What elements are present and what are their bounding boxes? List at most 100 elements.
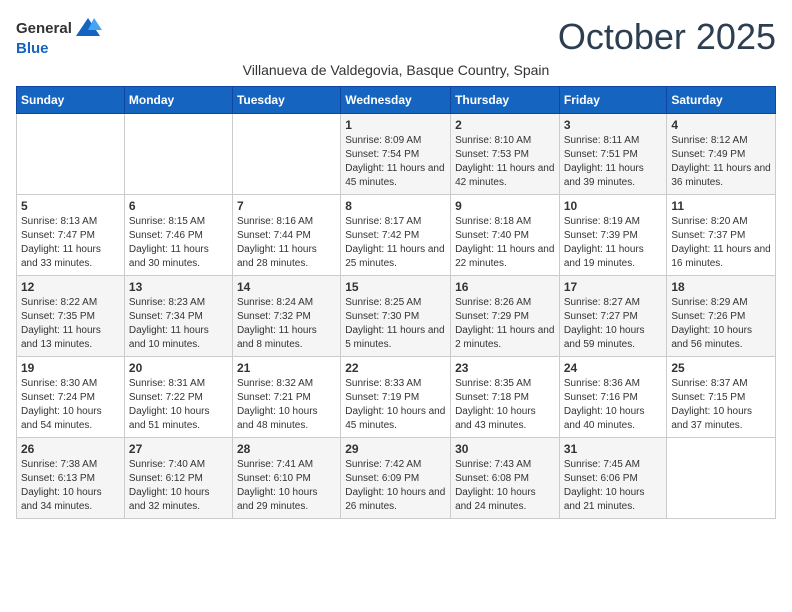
day-header-thursday: Thursday [451,87,560,114]
calendar-cell: 23 Sunrise: 8:35 AM Sunset: 7:18 PM Dayli… [451,357,560,438]
day-number: 13 [129,280,228,294]
calendar-cell: 20 Sunrise: 8:31 AM Sunset: 7:22 PM Dayli… [124,357,232,438]
calendar-cell: 2 Sunrise: 8:10 AM Sunset: 7:53 PM Daylig… [451,114,560,195]
day-number: 24 [564,361,663,375]
calendar-cell: 30Sunrise: 7:43 AM Sunset: 6:08 PM Dayli… [451,438,560,519]
day-info: Sunrise: 8:22 AM Sunset: 7:35 PM Dayligh… [21,296,120,352]
calendar-cell: 24Sunrise: 8:36 AM Sunset: 7:16 PM Dayli… [559,357,667,438]
logo-blue: Blue [16,40,49,57]
calendar-cell: 29 Sunrise: 7:42 AM Sunset: 6:09 PM Dayli… [341,438,451,519]
day-info: Sunrise: 7:42 AM Sunset: 6:09 PM Dayligh… [345,458,446,514]
day-number: 10 [564,199,663,213]
day-info: Sunrise: 8:13 AM Sunset: 7:47 PM Dayligh… [21,215,120,271]
day-number: 28 [237,442,336,456]
subtitle: Villanueva de Valdegovia, Basque Country… [16,62,776,78]
calendar-cell: 13 Sunrise: 8:23 AM Sunset: 7:34 PM Dayli… [124,276,232,357]
day-info: Sunrise: 7:43 AM Sunset: 6:08 PM Dayligh… [455,458,555,514]
day-info: Sunrise: 8:18 AM Sunset: 7:40 PM Dayligh… [455,215,555,271]
day-number: 23 [455,361,555,375]
calendar-cell: 18Sunrise: 8:29 AM Sunset: 7:26 PM Dayli… [667,276,776,357]
day-number: 25 [671,361,771,375]
day-info: Sunrise: 8:27 AM Sunset: 7:27 PM Dayligh… [564,296,663,352]
day-info: Sunrise: 8:31 AM Sunset: 7:22 PM Dayligh… [129,377,228,433]
day-header-monday: Monday [124,87,232,114]
day-number: 2 [455,118,555,132]
week-row-3: 12 Sunrise: 8:22 AM Sunset: 7:35 PM Dayli… [17,276,776,357]
day-header-sunday: Sunday [17,87,125,114]
day-number: 5 [21,199,120,213]
week-row-5: 26Sunrise: 7:38 AM Sunset: 6:13 PM Dayli… [17,438,776,519]
day-info: Sunrise: 8:25 AM Sunset: 7:30 PM Dayligh… [345,296,446,352]
day-number: 14 [237,280,336,294]
week-row-1: 1 Sunrise: 8:09 AM Sunset: 7:54 PM Daylig… [17,114,776,195]
month-title: October 2025 [558,16,776,58]
day-number: 8 [345,199,446,213]
day-number: 15 [345,280,446,294]
calendar-cell: 31 Sunrise: 7:45 AM Sunset: 6:06 PM Dayli… [559,438,667,519]
day-number: 4 [671,118,771,132]
calendar-cell [17,114,125,195]
day-info: Sunrise: 7:40 AM Sunset: 6:12 PM Dayligh… [129,458,228,514]
day-number: 18 [671,280,771,294]
calendar-cell: 5 Sunrise: 8:13 AM Sunset: 7:47 PM Daylig… [17,195,125,276]
day-info: Sunrise: 8:19 AM Sunset: 7:39 PM Dayligh… [564,215,663,271]
day-number: 11 [671,199,771,213]
day-info: Sunrise: 8:23 AM Sunset: 7:34 PM Dayligh… [129,296,228,352]
day-info: Sunrise: 8:09 AM Sunset: 7:54 PM Dayligh… [345,134,446,190]
calendar-cell: 28 Sunrise: 7:41 AM Sunset: 6:10 PM Dayli… [232,438,340,519]
day-info: Sunrise: 8:16 AM Sunset: 7:44 PM Dayligh… [237,215,336,271]
calendar-cell: 16 Sunrise: 8:26 AM Sunset: 7:29 PM Dayli… [451,276,560,357]
calendar-cell: 4 Sunrise: 8:12 AM Sunset: 7:49 PM Daylig… [667,114,776,195]
calendar-cell: 25Sunrise: 8:37 AM Sunset: 7:15 PM Dayli… [667,357,776,438]
logo: General Blue [16,16,102,57]
day-number: 20 [129,361,228,375]
calendar-cell [124,114,232,195]
day-number: 31 [564,442,663,456]
calendar-cell: 22 Sunrise: 8:33 AM Sunset: 7:19 PM Dayli… [341,357,451,438]
calendar-cell [232,114,340,195]
day-info: Sunrise: 8:17 AM Sunset: 7:42 PM Dayligh… [345,215,446,271]
day-info: Sunrise: 8:10 AM Sunset: 7:53 PM Dayligh… [455,134,555,190]
calendar-cell: 10 Sunrise: 8:19 AM Sunset: 7:39 PM Dayli… [559,195,667,276]
day-info: Sunrise: 8:12 AM Sunset: 7:49 PM Dayligh… [671,134,771,190]
day-info: Sunrise: 8:26 AM Sunset: 7:29 PM Dayligh… [455,296,555,352]
day-number: 29 [345,442,446,456]
day-number: 17 [564,280,663,294]
day-number: 12 [21,280,120,294]
day-number: 21 [237,361,336,375]
day-number: 7 [237,199,336,213]
day-number: 6 [129,199,228,213]
day-number: 3 [564,118,663,132]
day-info: Sunrise: 7:41 AM Sunset: 6:10 PM Dayligh… [237,458,336,514]
calendar-cell: 17 Sunrise: 8:27 AM Sunset: 7:27 PM Dayli… [559,276,667,357]
calendar-cell: 6 Sunrise: 8:15 AM Sunset: 7:46 PM Daylig… [124,195,232,276]
day-number: 26 [21,442,120,456]
day-info: Sunrise: 8:33 AM Sunset: 7:19 PM Dayligh… [345,377,446,433]
day-info: Sunrise: 8:15 AM Sunset: 7:46 PM Dayligh… [129,215,228,271]
logo-general: General [16,20,72,37]
day-number: 16 [455,280,555,294]
calendar-cell: 14 Sunrise: 8:24 AM Sunset: 7:32 PM Dayli… [232,276,340,357]
day-header-tuesday: Tuesday [232,87,340,114]
day-number: 9 [455,199,555,213]
header: General Blue October 2025 [16,16,776,58]
calendar-cell: 8 Sunrise: 8:17 AM Sunset: 7:42 PM Daylig… [341,195,451,276]
day-header-friday: Friday [559,87,667,114]
day-info: Sunrise: 8:32 AM Sunset: 7:21 PM Dayligh… [237,377,336,433]
day-number: 1 [345,118,446,132]
calendar-cell: 9 Sunrise: 8:18 AM Sunset: 7:40 PM Daylig… [451,195,560,276]
calendar-cell: 15 Sunrise: 8:25 AM Sunset: 7:30 PM Dayli… [341,276,451,357]
calendar-cell: 26Sunrise: 7:38 AM Sunset: 6:13 PM Dayli… [17,438,125,519]
day-info: Sunrise: 8:11 AM Sunset: 7:51 PM Dayligh… [564,134,663,190]
day-info: Sunrise: 7:45 AM Sunset: 6:06 PM Dayligh… [564,458,663,514]
calendar-table: SundayMondayTuesdayWednesdayThursdayFrid… [16,86,776,519]
day-info: Sunrise: 8:35 AM Sunset: 7:18 PM Dayligh… [455,377,555,433]
day-header-saturday: Saturday [667,87,776,114]
week-row-2: 5 Sunrise: 8:13 AM Sunset: 7:47 PM Daylig… [17,195,776,276]
calendar-cell: 12 Sunrise: 8:22 AM Sunset: 7:35 PM Dayli… [17,276,125,357]
day-number: 27 [129,442,228,456]
day-number: 22 [345,361,446,375]
day-number: 19 [21,361,120,375]
calendar-cell: 1 Sunrise: 8:09 AM Sunset: 7:54 PM Daylig… [341,114,451,195]
day-info: Sunrise: 8:24 AM Sunset: 7:32 PM Dayligh… [237,296,336,352]
